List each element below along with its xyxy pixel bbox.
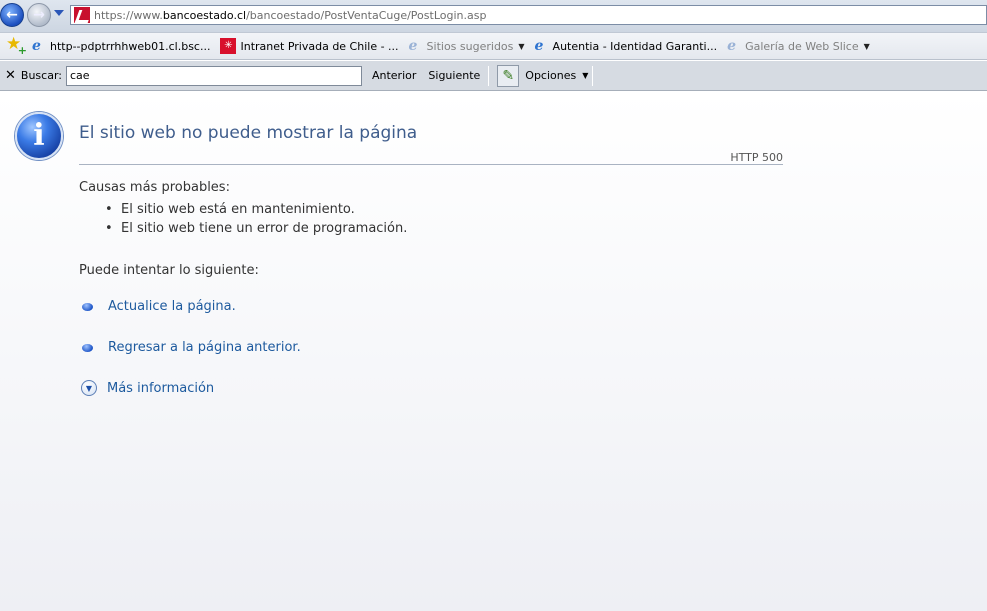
favorite-label: Intranet Privada de Chile - ... (240, 39, 399, 53)
find-label: Buscar: (20, 69, 62, 82)
forward-arrow-icon[interactable]: → (27, 3, 51, 27)
chevron-down-icon: ▼ (863, 41, 870, 51)
favorite-label: http--pdptrrhhweb01.cl.bsc... (50, 39, 211, 53)
url-host: bancoestado.cl (162, 8, 247, 22)
action-label: Actualice la página. (108, 299, 236, 314)
http-status-code: HTTP 500 (730, 151, 783, 164)
error-page: i El sitio web no puede mostrar la págin… (0, 92, 987, 611)
close-icon[interactable]: ✕ (5, 68, 16, 83)
bullet-icon (82, 302, 93, 311)
find-previous-button[interactable]: Anterior (372, 69, 416, 82)
url-prefix: https://www. (94, 8, 163, 22)
favorite-item-pdptrrhhweb01[interactable]: e http--pdptrrhhweb01.cl.bsc... (32, 35, 210, 57)
bullet-icon (82, 343, 93, 352)
favorite-label: Galería de Web Slice (745, 39, 859, 53)
more-info-label: Más información (107, 380, 215, 396)
favorite-item-sitios-sugeridos[interactable]: e Sitios sugeridos ▼ (409, 35, 525, 57)
url-text[interactable]: https://www.bancoestado.cl/bancoestado/P… (94, 9, 486, 22)
ie-page-icon: e (32, 37, 41, 54)
favorite-label: Sitios sugeridos (426, 39, 514, 53)
refresh-page-link[interactable]: Actualice la página. (82, 299, 236, 314)
info-icon: i (15, 112, 63, 160)
find-options-button[interactable]: Opciones ▼ (525, 69, 588, 82)
favorites-star-icon[interactable]: ★ + (6, 35, 27, 57)
chevron-down-icon: ▼ (582, 71, 589, 80)
chevron-down-icon: ▼ (518, 41, 525, 51)
find-bar: ✕ Buscar: Anterior Siguiente ✎ Opciones … (0, 61, 987, 91)
cause-item: El sitio web está en mantenimiento. (105, 202, 355, 217)
go-back-link[interactable]: Regresar a la página anterior. (82, 340, 301, 355)
find-input[interactable] (65, 65, 362, 86)
favorite-item-intranet[interactable]: ✳ Intranet Privada de Chile - ... (220, 35, 399, 57)
favorite-item-autentia[interactable]: e Autentia - Identidad Garanti... (535, 35, 718, 57)
page-title: El sitio web no puede mostrar la página (79, 123, 418, 143)
causes-heading: Causas más probables: (79, 180, 230, 195)
url-path: /bancoestado/PostVentaCuge/PostLogin.asp (246, 8, 487, 22)
cause-item: El sitio web tiene un error de programac… (105, 221, 407, 236)
ie-page-icon: e (408, 37, 418, 54)
url-field[interactable]: https://www.bancoestado.cl/bancoestado/P… (70, 5, 987, 25)
expand-chevron-icon: ▼ (81, 380, 97, 396)
site-favicon-icon (74, 7, 90, 23)
highlight-pen-icon[interactable]: ✎ (497, 64, 520, 87)
address-bar: ← → https://www.bancoestado.cl/bancoesta… (0, 0, 987, 32)
favorite-item-galeria-web-slice[interactable]: e Galería de Web Slice ▼ (727, 35, 870, 57)
favorite-label: Autentia - Identidad Garanti... (552, 39, 718, 53)
back-arrow-icon[interactable]: ← (0, 3, 24, 27)
separator (592, 65, 594, 86)
recent-pages-dropdown-icon[interactable] (54, 10, 64, 16)
title-divider (79, 164, 783, 165)
action-label: Regresar a la página anterior. (108, 340, 301, 355)
ie-page-icon: e (727, 37, 736, 54)
ie-page-icon: e (534, 37, 544, 54)
find-next-button[interactable]: Siguiente (428, 69, 480, 82)
santander-flame-icon: ✳ (220, 38, 237, 54)
separator (488, 65, 490, 86)
more-info-toggle[interactable]: ▼ Más información (81, 380, 214, 396)
try-heading: Puede intentar lo siguiente: (79, 263, 259, 278)
favorites-bar: ★ + e http--pdptrrhhweb01.cl.bsc... ✳ Int… (0, 32, 987, 60)
find-options-label: Opciones (525, 69, 577, 82)
